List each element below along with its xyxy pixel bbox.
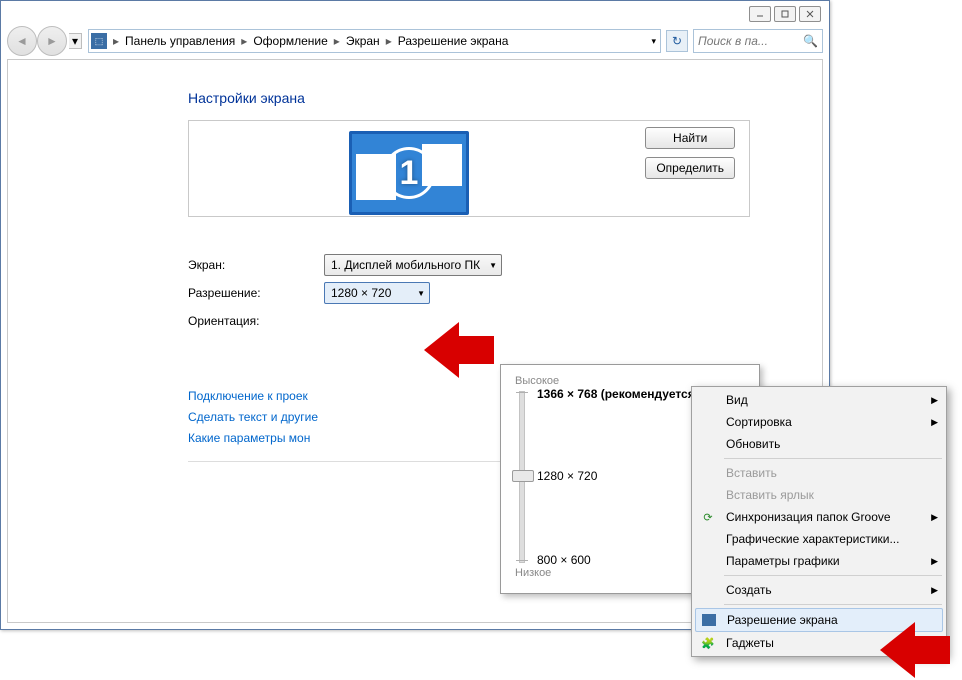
chevron-down-icon: ▼: [489, 261, 497, 270]
menu-paste-shortcut: Вставить ярлык: [694, 484, 944, 506]
monitor-1[interactable]: 1: [349, 131, 469, 215]
chevron-right-icon: ▸: [332, 34, 342, 48]
control-panel-icon: ⬚: [91, 33, 107, 49]
search-placeholder: Поиск в па...: [698, 34, 768, 48]
annotation-arrow-1: [424, 322, 494, 378]
chevron-right-icon: ▸: [239, 34, 249, 48]
chevron-right-icon: ▶: [931, 395, 938, 406]
forward-button[interactable]: ►: [37, 26, 67, 56]
menu-separator: [724, 458, 942, 459]
breadcrumb-item[interactable]: Оформление: [249, 32, 331, 50]
annotation-arrow-2: [880, 622, 950, 678]
desktop-context-menu: Вид▶ Сортировка▶ Обновить Вставить Встав…: [691, 386, 947, 657]
history-dropdown[interactable]: ▾: [69, 33, 82, 49]
search-input[interactable]: Поиск в па... 🔍: [693, 29, 823, 53]
nav-back-forward: ◄ ►: [7, 26, 67, 56]
resolution-dropdown[interactable]: 1280 × 720 ▼: [324, 282, 430, 304]
breadcrumb-item[interactable]: Панель управления: [121, 32, 239, 50]
find-button[interactable]: Найти: [645, 127, 735, 149]
close-button[interactable]: [799, 6, 821, 22]
detect-button[interactable]: Определить: [645, 157, 735, 179]
projector-link[interactable]: Подключение к проек: [188, 389, 308, 403]
resolution-slider[interactable]: [519, 391, 525, 563]
menu-refresh[interactable]: Обновить: [694, 433, 944, 455]
breadcrumb[interactable]: ⬚ ▸ Панель управления ▸ Оформление ▸ Экр…: [88, 29, 661, 53]
display-value: 1. Дисплей мобильного ПК: [331, 258, 480, 272]
chevron-right-icon: ▶: [931, 556, 938, 567]
slider-thumb[interactable]: [512, 470, 534, 482]
orientation-label: Ориентация:: [188, 314, 324, 328]
menu-create[interactable]: Создать▶: [694, 579, 944, 601]
menu-sort[interactable]: Сортировка▶: [694, 411, 944, 433]
menu-groove[interactable]: ⟳Синхронизация папок Groove▶: [694, 506, 944, 528]
page-title: Настройки экрана: [188, 90, 822, 106]
slider-current: 1280 × 720: [537, 469, 597, 483]
resolution-value: 1280 × 720: [331, 286, 391, 300]
maximize-button[interactable]: [774, 6, 796, 22]
chevron-right-icon: ▸: [384, 34, 394, 48]
chevron-right-icon: ▶: [931, 512, 938, 523]
breadcrumb-item[interactable]: Разрешение экрана: [394, 32, 513, 50]
menu-view[interactable]: Вид▶: [694, 389, 944, 411]
menu-separator: [724, 575, 942, 576]
menu-separator: [724, 604, 942, 605]
chevron-down-icon: ▼: [417, 289, 425, 298]
display-label: Экран:: [188, 258, 324, 272]
resolution-label: Разрешение:: [188, 286, 324, 300]
display-dropdown[interactable]: 1. Дисплей мобильного ПК ▼: [324, 254, 502, 276]
monitor-preview-box: 1 Найти Определить: [188, 120, 750, 217]
menu-paste: Вставить: [694, 462, 944, 484]
chevron-right-icon: ▶: [931, 417, 938, 428]
gadgets-icon: 🧩: [700, 635, 716, 651]
breadcrumb-item[interactable]: Экран: [342, 32, 384, 50]
chevron-down-icon[interactable]: ▾: [651, 36, 656, 47]
minimize-button[interactable]: [749, 6, 771, 22]
back-button[interactable]: ◄: [7, 26, 37, 56]
slider-recommended: 1366 × 768 (рекомендуется): [537, 387, 699, 401]
slider-min: 800 × 600: [537, 553, 591, 567]
nav-bar: ◄ ► ▾ ⬚ ▸ Панель управления ▸ Оформление…: [7, 27, 823, 55]
menu-gfx-params[interactable]: Параметры графики▶: [694, 550, 944, 572]
menu-gfx-chars[interactable]: Графические характеристики...: [694, 528, 944, 550]
groove-icon: ⟳: [700, 509, 716, 525]
refresh-button[interactable]: ↻: [666, 30, 688, 52]
monitor-number: 1: [383, 147, 435, 199]
search-icon: 🔍: [803, 34, 818, 48]
caption-buttons: [749, 6, 821, 22]
chevron-right-icon: ▶: [931, 585, 938, 596]
chevron-right-icon: ▸: [111, 34, 121, 48]
monitor-icon: [702, 614, 716, 626]
